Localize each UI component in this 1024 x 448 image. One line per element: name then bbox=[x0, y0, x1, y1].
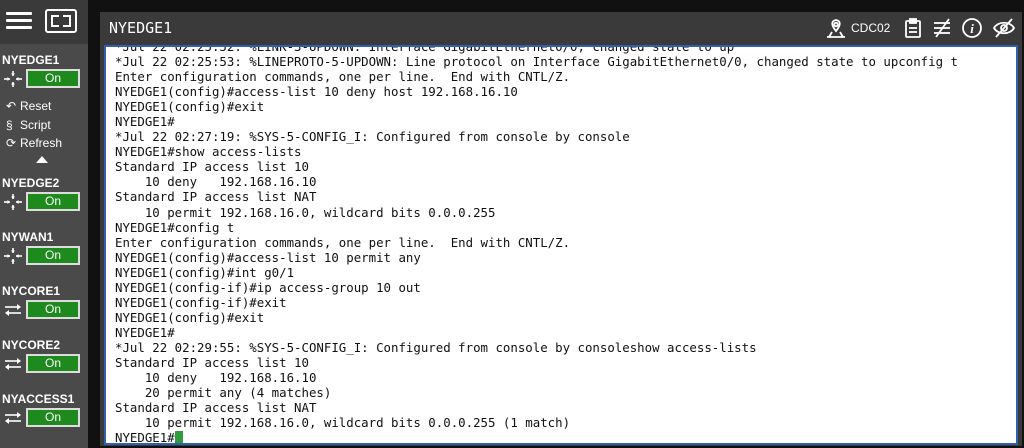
site-label[interactable]: CDC02 bbox=[851, 21, 890, 35]
terminal-line: NYEDGE1(config-if)#ip access-group 10 ou… bbox=[115, 279, 421, 295]
device-sidebar: NYEDGE1 On ↶ Reset § Script ⟳ Refresh NYEDG… bbox=[0, 0, 88, 448]
terminal-line: *Jul 22 02:25:53: %LINEPROTO-5-UPDOWN: L… bbox=[115, 54, 958, 70]
clipboard-icon[interactable] bbox=[904, 17, 922, 39]
switch-icon bbox=[5, 358, 21, 370]
terminal-line: Enter configuration commands, one per li… bbox=[115, 234, 571, 250]
refresh-label: Refresh bbox=[20, 136, 63, 150]
svg-text:i: i bbox=[970, 21, 974, 36]
terminal-line: *Jul 22 02:29:55: %SYS-5-CONFIG_I: Confi… bbox=[115, 339, 757, 355]
device-name[interactable]: NYEDGE2 bbox=[2, 176, 59, 190]
terminal-line: Standard IP access list 10 bbox=[115, 354, 309, 370]
notes-off-icon[interactable] bbox=[931, 17, 953, 39]
switch-icon bbox=[5, 412, 21, 424]
device-name[interactable]: NYEDGE1 bbox=[2, 53, 59, 67]
power-toggle[interactable]: On bbox=[26, 246, 80, 265]
device-name[interactable]: NYACCESS1 bbox=[2, 392, 74, 406]
terminal-lines: *Jul 22 02:25:52: %LINK-3-UPDOWN: Interf… bbox=[115, 45, 958, 445]
reset-icon: ↶ bbox=[6, 99, 17, 113]
prompt-text: NYEDGE1# bbox=[115, 430, 175, 445]
power-toggle[interactable]: On bbox=[26, 192, 80, 211]
text-cursor bbox=[174, 431, 183, 443]
switch-icon bbox=[5, 304, 21, 316]
visibility-off-icon[interactable] bbox=[992, 17, 1016, 39]
router-icon bbox=[4, 194, 22, 210]
terminal-line: 20 permit any (4 matches) bbox=[115, 385, 332, 401]
power-toggle[interactable]: On bbox=[26, 300, 80, 319]
terminal-line: NYEDGE1# bbox=[115, 324, 175, 340]
terminal-line: Enter configuration commands, one per li… bbox=[115, 69, 571, 85]
terminal-line: Standard IP access list NAT bbox=[115, 189, 317, 205]
terminal-line: NYEDGE1# bbox=[115, 114, 175, 130]
terminal-line: *Jul 22 02:25:52: %LINK-3-UPDOWN: Interf… bbox=[115, 45, 735, 54]
reset-button[interactable]: ↶ Reset bbox=[6, 99, 51, 115]
fullscreen-icon[interactable] bbox=[45, 9, 77, 33]
terminal-output[interactable]: *Jul 22 02:25:52: %LINK-3-UPDOWN: Interf… bbox=[104, 45, 1018, 445]
terminal-line: 10 deny 192.168.16.10 bbox=[115, 174, 317, 190]
reset-label: Reset bbox=[20, 99, 52, 113]
script-icon: § bbox=[6, 118, 13, 132]
device-name[interactable]: NYWAN1 bbox=[2, 230, 53, 244]
terminal-line: NYEDGE1(config)#access-list 10 deny host… bbox=[115, 84, 518, 100]
sidebar-toolbar bbox=[0, 0, 88, 44]
terminal-line: NYEDGE1(config)#int g0/1 bbox=[115, 264, 295, 280]
script-button[interactable]: § Script bbox=[6, 118, 51, 134]
console-titlebar: NYEDGE1 CDC02 i bbox=[100, 12, 1022, 44]
info-icon[interactable]: i bbox=[961, 17, 983, 39]
terminal-prompt[interactable]: NYEDGE1# bbox=[115, 430, 958, 445]
collapse-icon[interactable] bbox=[36, 156, 48, 163]
power-toggle[interactable]: On bbox=[26, 354, 80, 373]
terminal-line: NYEDGE1(config-if)#exit bbox=[115, 294, 287, 310]
router-icon bbox=[4, 248, 22, 264]
terminal-line: 10 permit 192.168.16.0, wildcard bits 0.… bbox=[115, 204, 496, 220]
terminal-line: NYEDGE1(config)#access-list 10 permit an… bbox=[115, 249, 421, 265]
location-pin-icon[interactable] bbox=[824, 17, 848, 39]
refresh-icon: ⟳ bbox=[6, 136, 17, 150]
refresh-button[interactable]: ⟳ Refresh bbox=[6, 136, 62, 152]
terminal-line: NYEDGE1#show access-lists bbox=[115, 144, 302, 160]
script-label: Script bbox=[20, 118, 51, 132]
router-icon bbox=[4, 71, 22, 87]
device-name[interactable]: NYCORE2 bbox=[2, 338, 60, 352]
power-toggle[interactable]: On bbox=[26, 408, 80, 427]
power-toggle[interactable]: On bbox=[26, 69, 80, 88]
terminal-line: NYEDGE1(config)#exit bbox=[115, 99, 265, 115]
terminal-line: Standard IP access list 10 bbox=[115, 159, 309, 175]
terminal-line: 10 deny 192.168.16.10 bbox=[115, 370, 317, 386]
terminal-line: NYEDGE1#config t bbox=[115, 219, 235, 235]
window-title: NYEDGE1 bbox=[109, 19, 173, 37]
menu-icon[interactable] bbox=[6, 10, 32, 32]
device-name[interactable]: NYCORE1 bbox=[2, 284, 60, 298]
terminal-line: NYEDGE1(config)#exit bbox=[115, 309, 265, 325]
terminal-line: Standard IP access list NAT bbox=[115, 400, 317, 416]
terminal-line: *Jul 22 02:27:19: %SYS-5-CONFIG_I: Confi… bbox=[115, 129, 630, 145]
terminal-line: 10 permit 192.168.16.0, wildcard bits 0.… bbox=[115, 415, 571, 431]
console-window: NYEDGE1 CDC02 i *Jul 22 02:25:52: %LINK-… bbox=[100, 12, 1022, 446]
